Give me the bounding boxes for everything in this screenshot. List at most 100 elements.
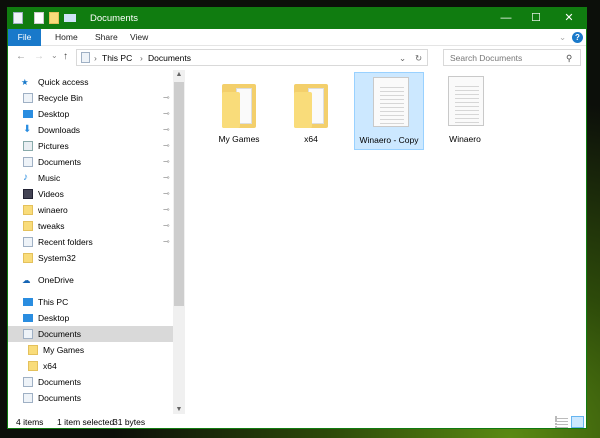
- breadcrumb-this-pc[interactable]: This PC: [102, 53, 132, 63]
- sidebar-scrollbar[interactable]: ▲ ▼: [173, 70, 185, 414]
- sidebar-item-label: Desktop: [38, 313, 70, 323]
- tab-home[interactable]: Home: [55, 29, 78, 46]
- scroll-up-arrow[interactable]: ▲: [173, 71, 185, 78]
- sidebar-item-documents[interactable]: Documents: [8, 374, 173, 390]
- sidebar-item-documents[interactable]: Documents: [8, 326, 173, 342]
- sidebar-label: This PC: [38, 297, 69, 307]
- folder-icon: [28, 361, 38, 371]
- search-input[interactable]: Search Documents ⚲: [443, 49, 581, 66]
- sidebar-item-label: Pictures: [38, 141, 69, 151]
- sidebar-item-x64[interactable]: x64: [8, 358, 173, 374]
- pin-icon[interactable]: ⊸: [163, 234, 170, 250]
- large-icons-view-button[interactable]: [571, 416, 584, 428]
- back-button[interactable]: ←: [16, 51, 26, 62]
- forward-button[interactable]: →: [34, 51, 44, 62]
- pin-icon[interactable]: ⊸: [163, 154, 170, 170]
- file-item[interactable]: My Games: [204, 72, 274, 150]
- sidebar-item-pictures[interactable]: Pictures ⊸: [8, 138, 173, 154]
- sidebar-item-documents[interactable]: Documents ⊸: [8, 154, 173, 170]
- documents-icon: [81, 52, 90, 63]
- address-bar[interactable]: › This PC › Documents ⌄ ↻: [76, 49, 428, 66]
- sidebar-item-recent-folders[interactable]: Recent folders ⊸: [8, 234, 173, 250]
- scrollbar-thumb[interactable]: [174, 82, 184, 306]
- sidebar-item-recycle-bin[interactable]: Recycle Bin ⊸: [8, 90, 173, 106]
- sidebar-item-label: Downloads: [38, 125, 81, 135]
- computer-icon: [23, 298, 33, 306]
- checkmark-icon[interactable]: [34, 12, 44, 24]
- breadcrumb-separator: ›: [94, 53, 97, 63]
- expand-ribbon-button[interactable]: ⌄: [559, 29, 566, 46]
- pin-icon[interactable]: ⊸: [163, 218, 170, 234]
- sidebar-item-label: winaero: [38, 205, 68, 215]
- rename-icon[interactable]: [64, 14, 76, 22]
- sidebar-item-documents[interactable]: Documents: [8, 390, 173, 406]
- search-placeholder: Search Documents: [450, 53, 523, 63]
- minimize-button[interactable]: —: [491, 10, 521, 27]
- breadcrumb-documents[interactable]: Documents: [148, 53, 191, 63]
- sidebar-item-downloads[interactable]: ⬇ Downloads ⊸: [8, 122, 173, 138]
- sidebar-item-label: Desktop: [38, 109, 70, 119]
- sidebar-item-label: Music: [38, 173, 61, 183]
- pin-icon[interactable]: ⊸: [163, 186, 170, 202]
- pin-icon[interactable]: ⊸: [163, 170, 170, 186]
- sidebar-item-music[interactable]: ♪ Music ⊸: [8, 170, 173, 186]
- folder-icon: [28, 345, 38, 355]
- documents-icon: [23, 377, 33, 387]
- sidebar-item-label: x64: [43, 361, 57, 371]
- sidebar-label: Quick access: [38, 77, 89, 87]
- sidebar-item-label: Documents: [38, 157, 81, 167]
- sidebar-item-label: Documents: [38, 377, 81, 387]
- tab-share[interactable]: Share: [95, 29, 118, 46]
- documents-icon: [23, 157, 33, 167]
- pin-icon[interactable]: ⊸: [163, 106, 170, 122]
- file-name: Winaero - Copy: [359, 135, 419, 145]
- pin-icon[interactable]: ⊸: [163, 122, 170, 138]
- text-file-icon: [448, 76, 484, 126]
- sidebar-onedrive[interactable]: ☁ OneDrive: [8, 272, 173, 288]
- sidebar-item-desktop[interactable]: Desktop: [8, 310, 173, 326]
- details-view-button[interactable]: [555, 416, 568, 428]
- sidebar-this-pc[interactable]: This PC: [8, 294, 173, 310]
- sidebar-item-label: Recent folders: [38, 237, 93, 247]
- folder-icon: [23, 253, 33, 263]
- file-explorer-window: Documents — ☐ ✕ File Home Share View ⌄ ?…: [7, 7, 587, 429]
- sidebar-item-videos[interactable]: Videos ⊸: [8, 186, 173, 202]
- scroll-down-arrow[interactable]: ▼: [173, 406, 185, 413]
- window-title: Documents: [90, 13, 139, 24]
- new-folder-icon[interactable]: [49, 12, 59, 24]
- tab-view[interactable]: View: [130, 29, 148, 46]
- pin-icon[interactable]: ⊸: [163, 90, 170, 106]
- sidebar-item-winaero[interactable]: winaero ⊸: [8, 202, 173, 218]
- file-name: Winaero: [449, 134, 481, 144]
- address-dropdown-button[interactable]: ⌄: [399, 53, 406, 64]
- pin-icon[interactable]: ⊸: [163, 202, 170, 218]
- sidebar-item-tweaks[interactable]: tweaks ⊸: [8, 218, 173, 234]
- text-file-icon: [373, 77, 409, 127]
- file-item[interactable]: x64: [276, 72, 346, 150]
- pin-icon[interactable]: ⊸: [163, 138, 170, 154]
- file-item[interactable]: Winaero - Copy: [354, 72, 424, 150]
- sidebar-quick-access[interactable]: ★ Quick access: [8, 74, 173, 90]
- sidebar-item-system32[interactable]: System32: [8, 250, 173, 266]
- sidebar-item-label: Recycle Bin: [38, 93, 83, 103]
- refresh-button[interactable]: ↻: [415, 53, 422, 64]
- tab-file[interactable]: File: [8, 29, 41, 46]
- sidebar-item-label: Videos: [38, 189, 64, 199]
- up-button[interactable]: ↑: [63, 51, 68, 62]
- star-icon: ★: [21, 77, 29, 87]
- recent-locations-button[interactable]: ⌄: [51, 51, 58, 60]
- sidebar-item-my-games[interactable]: My Games: [8, 342, 173, 358]
- navigation-pane: ★ Quick access Recycle Bin ⊸ Desktop ⊸ ⬇ Down…: [8, 70, 173, 414]
- sidebar-item-label: Documents: [38, 329, 81, 339]
- sidebar-item-desktop[interactable]: Desktop ⊸: [8, 106, 173, 122]
- folder-icon: [222, 80, 258, 130]
- close-button[interactable]: ✕: [554, 10, 584, 27]
- properties-icon[interactable]: [13, 12, 23, 24]
- maximize-button[interactable]: ☐: [521, 10, 551, 27]
- title-bar: Documents — ☐ ✕: [8, 8, 586, 29]
- sidebar-item-label: System32: [38, 253, 76, 263]
- sidebar-item-label: tweaks: [38, 221, 65, 231]
- recycle-bin-icon: [23, 93, 33, 103]
- file-item[interactable]: Winaero: [430, 72, 500, 150]
- help-icon[interactable]: ?: [572, 32, 583, 43]
